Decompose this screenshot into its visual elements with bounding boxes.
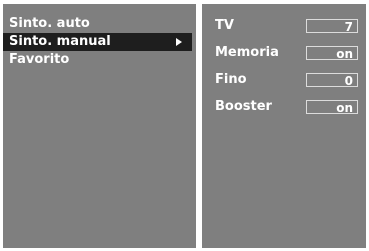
setting-label-fino: Fino bbox=[215, 72, 247, 87]
tv-osd-screen: Sinto. auto Sinto. manual Favorito TV 7 … bbox=[0, 0, 369, 251]
setting-value-fino[interactable]: 0 bbox=[306, 73, 358, 88]
setting-label-memoria: Memoria bbox=[215, 45, 279, 60]
menu-item-label: Sinto. auto bbox=[9, 16, 90, 31]
setting-value-booster[interactable]: on bbox=[306, 100, 358, 115]
menu-item-sinto-auto[interactable]: Sinto. auto bbox=[3, 15, 196, 33]
menu-item-sinto-manual[interactable]: Sinto. manual bbox=[3, 33, 192, 51]
setting-row-fino[interactable]: Fino 0 bbox=[202, 70, 366, 97]
setting-label-tv: TV bbox=[215, 18, 234, 33]
arrow-right-icon bbox=[176, 38, 182, 46]
setting-value-tv[interactable]: 7 bbox=[306, 19, 358, 34]
setting-row-tv[interactable]: TV 7 bbox=[202, 16, 366, 43]
menu-item-label: Favorito bbox=[9, 52, 70, 67]
setting-row-memoria[interactable]: Memoria on bbox=[202, 43, 366, 70]
settings-panel: TV 7 Memoria on Fino 0 Booster on bbox=[202, 4, 366, 248]
setting-value-memoria[interactable]: on bbox=[306, 46, 358, 61]
menu-item-favorito[interactable]: Favorito bbox=[3, 51, 196, 69]
main-menu-panel: Sinto. auto Sinto. manual Favorito bbox=[3, 4, 196, 248]
setting-label-booster: Booster bbox=[215, 99, 272, 114]
setting-row-booster[interactable]: Booster on bbox=[202, 97, 366, 124]
menu-item-label: Sinto. manual bbox=[9, 34, 111, 49]
